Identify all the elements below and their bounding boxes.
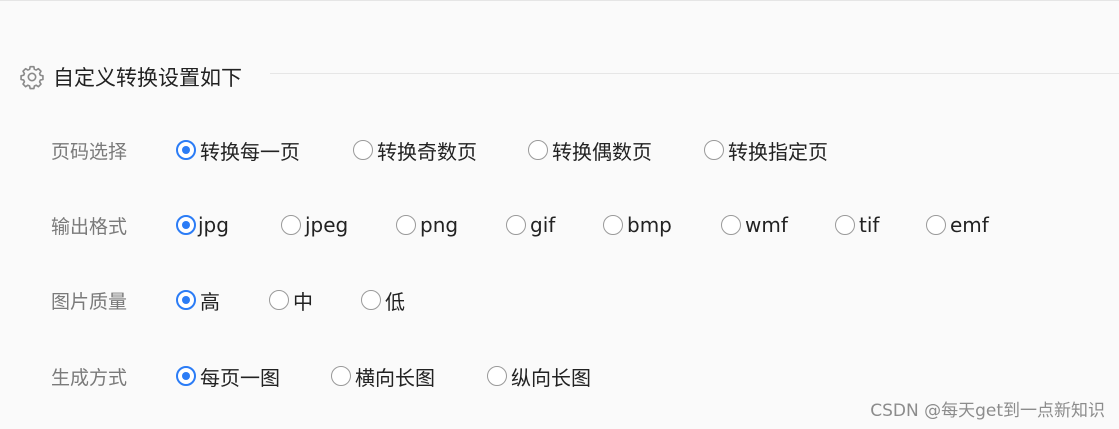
radio-button-checked[interactable] <box>176 366 196 386</box>
radio-button[interactable] <box>353 140 373 160</box>
option-label: 转换每一页 <box>200 139 300 164</box>
radio-button[interactable] <box>835 215 855 235</box>
option-format-bmp[interactable]: bmp <box>603 213 672 237</box>
option-label: tif <box>859 213 880 237</box>
option-label: 横向长图 <box>355 365 435 390</box>
radio-button[interactable] <box>396 215 416 235</box>
option-convert-every-page[interactable]: 转换每一页 <box>176 136 300 165</box>
option-format-wmf[interactable]: wmf <box>721 213 788 237</box>
gear-icon <box>20 65 44 90</box>
option-format-jpeg[interactable]: jpeg <box>281 213 348 237</box>
radio-button[interactable] <box>704 140 724 160</box>
radio-button[interactable] <box>361 290 381 310</box>
radio-button[interactable] <box>506 215 526 235</box>
radio-button[interactable] <box>721 215 741 235</box>
option-vertical-long-image[interactable]: 纵向长图 <box>487 362 591 391</box>
option-format-emf[interactable]: emf <box>926 213 989 237</box>
option-label: 每页一图 <box>200 365 280 390</box>
radio-button[interactable] <box>487 366 507 386</box>
option-format-png[interactable]: png <box>396 213 458 237</box>
section-title: 自定义转换设置如下 <box>53 66 242 90</box>
section-header: 自定义转换设置如下 <box>19 61 242 93</box>
option-one-image-per-page[interactable]: 每页一图 <box>176 362 280 391</box>
option-label: 转换偶数页 <box>552 139 652 164</box>
option-label: emf <box>950 213 989 237</box>
option-label: 纵向长图 <box>511 365 591 390</box>
option-label: 低 <box>385 289 405 314</box>
header-divider <box>270 73 1119 74</box>
radio-button[interactable] <box>926 215 946 235</box>
option-label: 高 <box>200 289 220 314</box>
option-label: gif <box>530 213 556 237</box>
settings-panel: 自定义转换设置如下 页码选择 转换每一页 转换奇数页 转换偶数页 转换指定页 输… <box>0 0 1119 429</box>
radio-button[interactable] <box>603 215 623 235</box>
option-label: 转换奇数页 <box>377 139 477 164</box>
radio-button[interactable] <box>281 215 301 235</box>
option-quality-low[interactable]: 低 <box>361 286 405 315</box>
option-quality-high[interactable]: 高 <box>176 286 220 315</box>
row-label-generation-mode: 生成方式 <box>51 366 128 389</box>
row-label-page-selection: 页码选择 <box>51 140 128 163</box>
option-format-jpg[interactable]: jpg <box>176 213 229 237</box>
option-format-gif[interactable]: gif <box>506 213 555 237</box>
radio-button[interactable] <box>528 140 548 160</box>
row-label-output-format: 输出格式 <box>51 215 128 238</box>
option-quality-medium[interactable]: 中 <box>269 286 313 315</box>
watermark: CSDN @每天get到一点新知识 <box>870 401 1105 421</box>
option-label: bmp <box>627 213 672 237</box>
option-label: jpg <box>198 213 229 237</box>
option-convert-specified-pages[interactable]: 转换指定页 <box>704 136 828 165</box>
option-convert-odd-pages[interactable]: 转换奇数页 <box>353 136 477 165</box>
radio-button[interactable] <box>331 366 351 386</box>
option-label: png <box>420 213 459 237</box>
radio-button-checked[interactable] <box>176 290 196 310</box>
radio-button-checked[interactable] <box>176 140 196 160</box>
radio-button-checked[interactable] <box>176 215 196 235</box>
option-label: jpeg <box>305 213 349 237</box>
option-label: 转换指定页 <box>728 139 828 164</box>
option-label: 中 <box>293 289 313 314</box>
option-horizontal-long-image[interactable]: 横向长图 <box>331 362 435 391</box>
option-convert-even-pages[interactable]: 转换偶数页 <box>528 136 652 165</box>
option-format-tif[interactable]: tif <box>835 213 879 237</box>
option-label: wmf <box>745 213 788 237</box>
row-label-image-quality: 图片质量 <box>51 290 128 313</box>
radio-button[interactable] <box>269 290 289 310</box>
